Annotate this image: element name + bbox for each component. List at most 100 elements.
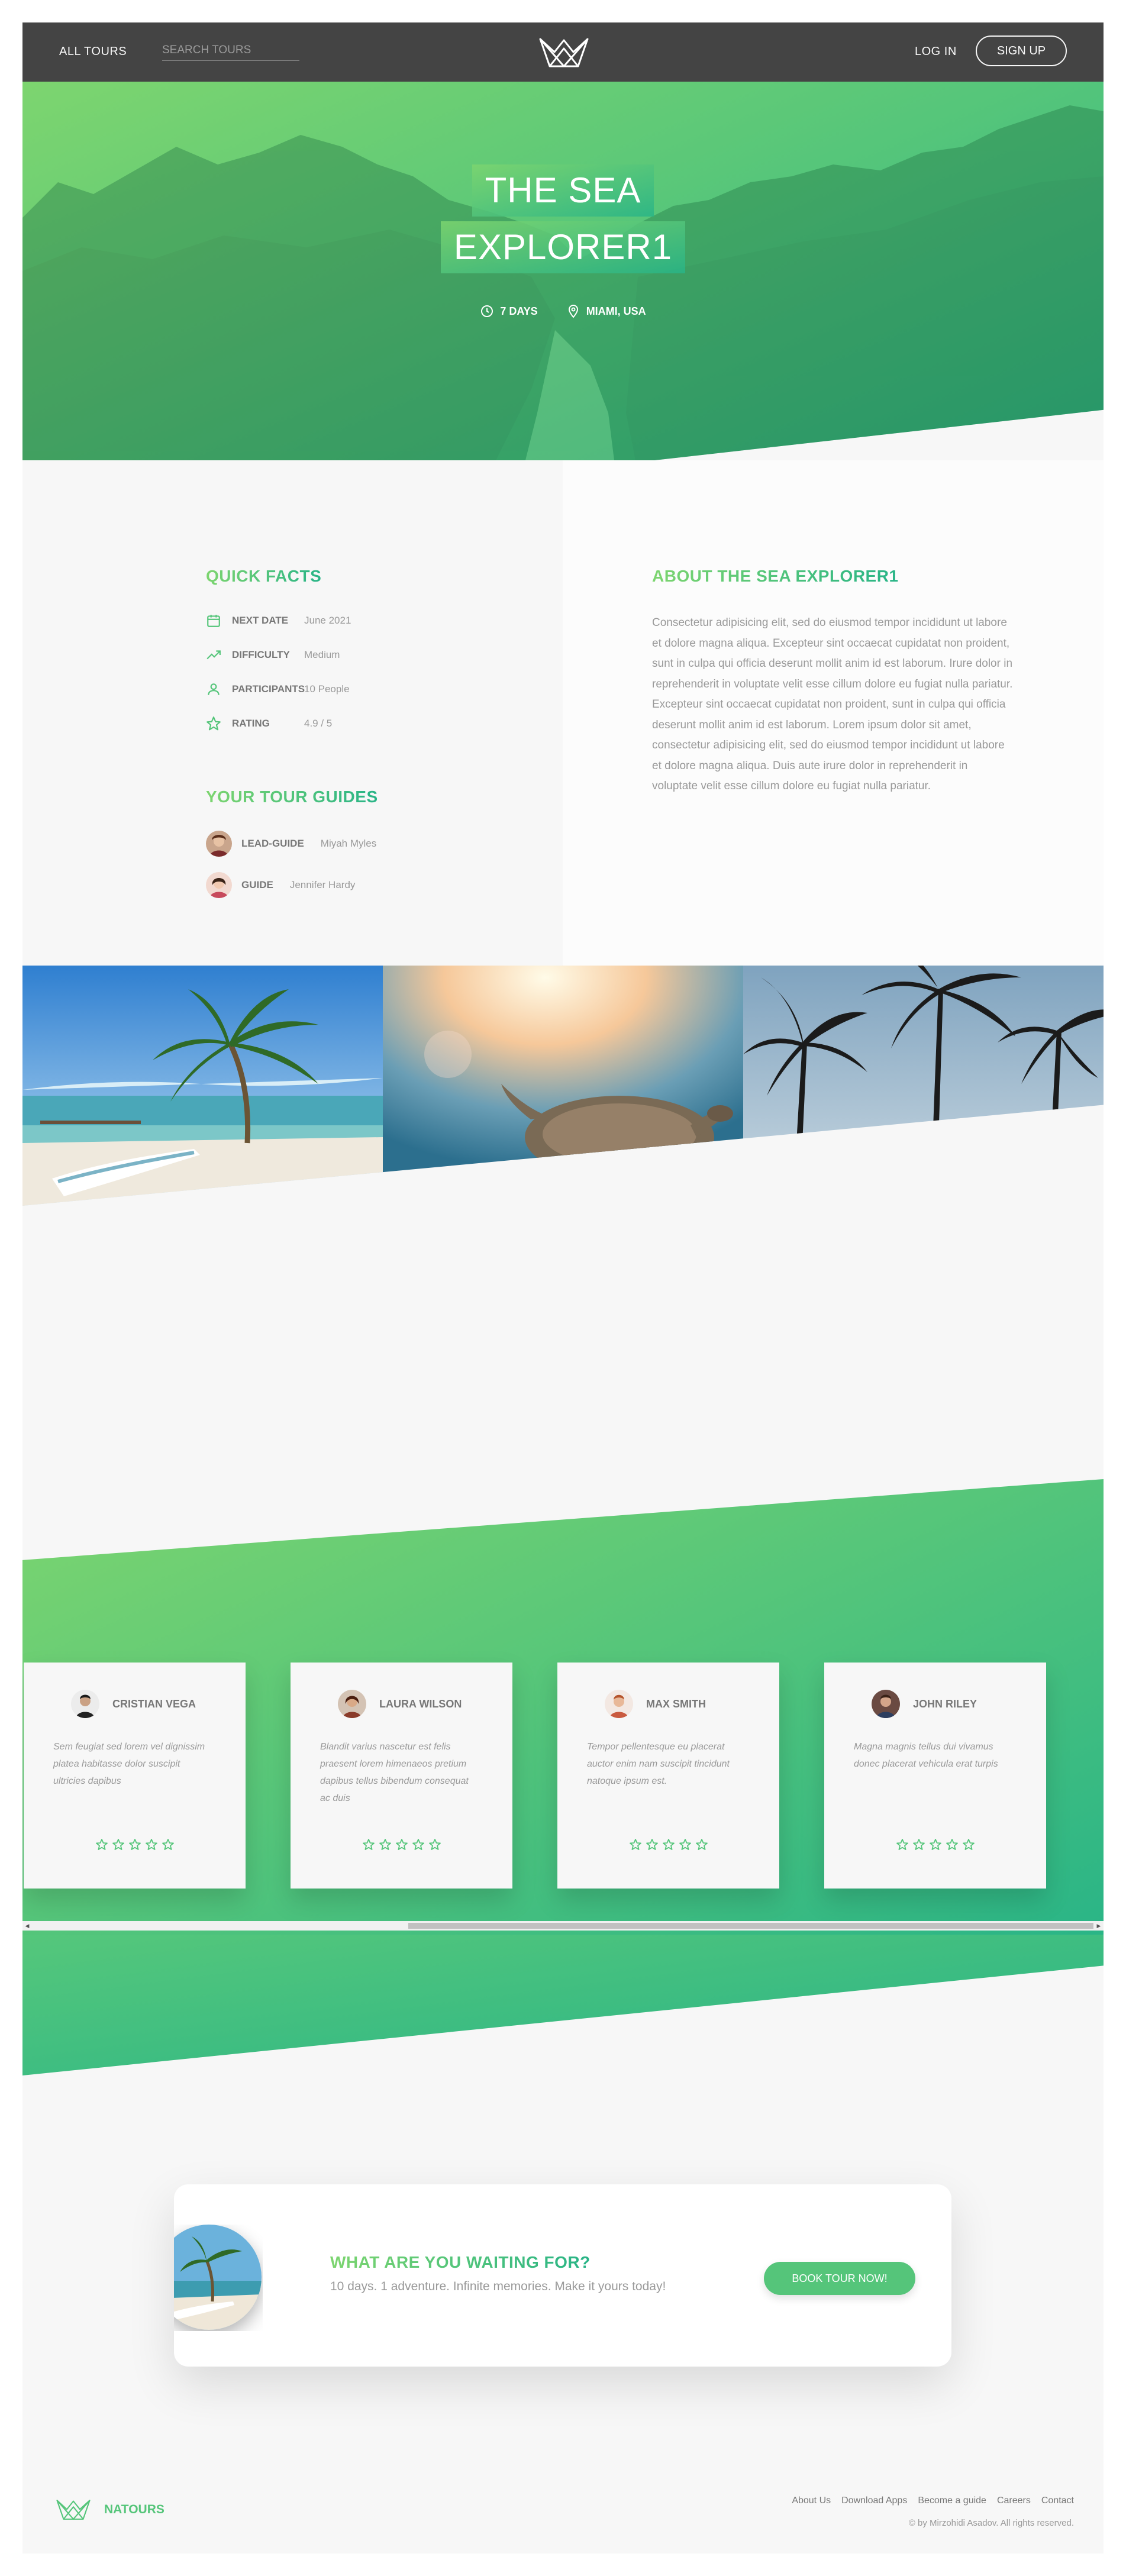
scrollbar-thumb[interactable] [408,1923,1093,1929]
review-rating [291,1838,512,1852]
footer-link-become-guide[interactable]: Become a guide [918,2496,986,2506]
about-heading: About the sea explorer1 [652,567,899,585]
star-icon [629,1839,641,1850]
review-card: Max Smith Tempor pellentesque eu placera… [557,1663,779,1889]
star-icon [112,1839,124,1850]
search-input[interactable] [162,40,299,61]
search-form [162,40,299,64]
user-icon [208,683,220,695]
logo-icon[interactable] [538,35,590,70]
review-text: Magna magnis tellus dui vivamus donec pl… [854,1742,998,1769]
reviews-bottom-band [22,1935,1104,2075]
review-name: Max Smith [646,1697,706,1710]
star-icon [695,1839,708,1850]
star-icon [428,1839,441,1850]
tour-picture-beach [22,966,383,1206]
star-icon [379,1839,391,1850]
footer-link-contact[interactable]: Contact [1041,2496,1074,2506]
review-user: Cristian Vega [71,1690,196,1718]
guide-name: Miyah Myles [320,838,377,849]
guide-lead: Lead-guide Miyah Myles [206,831,376,857]
star-icon [128,1839,141,1850]
book-tour-button[interactable]: Book tour now! [764,2262,915,2295]
star-icon [395,1839,408,1850]
quick-facts-heading: Quick facts [206,567,322,585]
star-icon [929,1839,941,1850]
review-text: Blandit varius nascetur est felis praese… [320,1742,469,1803]
star-icon [679,1839,691,1850]
fact-value: June 2021 [304,615,351,626]
avatar [872,1690,900,1718]
review-card: Laura Wilson Blandit varius nascetur est… [291,1663,512,1889]
star-icon [95,1839,108,1850]
star-icon [145,1839,157,1850]
star-icon [962,1839,975,1850]
guide-role: Lead-guide [241,838,304,849]
cta-text: 10 days. 1 adventure. Infinite memories.… [330,2280,666,2293]
all-tours-link[interactable]: All tours [59,45,127,59]
star-icon [412,1839,424,1850]
footer-nav: About Us Download Apps Become a guide Ca… [792,2496,1074,2506]
page: All tours Log in Sign up THE SEA EXPLORE… [22,22,1104,2554]
hero-title-line2: EXPLORER1 [440,221,686,273]
footer-link-careers[interactable]: Careers [997,2496,1031,2506]
hero-duration: 7 DAYS [480,304,538,318]
header: All tours Log in Sign up [22,22,1104,82]
footer-logo[interactable]: NATOURS [52,2498,164,2522]
review-text: Sem feugiat sed lorem vel dignissim plat… [53,1742,205,1786]
logo-icon [56,2500,91,2520]
calendar-icon [207,615,220,627]
trending-up-icon [207,650,221,660]
hero-location: MIAMI, USA [566,304,646,318]
signup-button[interactable]: Sign up [976,35,1067,66]
fact-participants: Participants 10 People [206,682,350,697]
review-user: Laura Wilson [338,1690,462,1718]
fact-value: 10 People [304,683,350,695]
footer-link-about[interactable]: About Us [792,2496,831,2506]
star-icon [162,1839,174,1850]
fact-difficulty: Difficulty Medium [206,647,340,663]
tour-picture-palms [743,966,1104,1206]
tour-picture-turtle [383,966,743,1206]
tour-pictures [22,966,1104,1206]
hero-details: 7 DAYS MIAMI, USA [22,304,1104,318]
tour-guides-heading: Your tour guides [206,787,378,806]
guide-name: Jennifer Hardy [289,879,356,890]
fact-label: Participants [232,683,305,695]
scroll-left-icon[interactable]: ◀ [24,1922,31,1929]
guide-role: Guide [241,879,273,890]
footer-brand: NATOURS [104,2503,164,2516]
star-icon [362,1839,375,1850]
about-text: Consectetur adipisicing elit, sed do eiu… [652,616,1013,792]
fact-label: Next date [232,615,289,626]
hero-location-text: MIAMI, USA [586,305,646,317]
star-icon [896,1839,908,1850]
star-icon [946,1839,958,1850]
avatar [605,1690,633,1718]
hero-title-line1: THE SEA [472,164,654,217]
fact-label: Rating [232,718,270,729]
review-name: Cristian Vega [112,1697,196,1710]
star-icon [662,1839,675,1850]
review-rating [824,1838,1046,1852]
avatar [338,1690,366,1718]
fact-value: Medium [304,649,340,660]
review-card: John Riley Magna magnis tellus dui vivam… [824,1663,1046,1889]
review-user: John Riley [872,1690,977,1718]
avatar [71,1690,99,1718]
login-link[interactable]: Log in [915,45,957,59]
review-card: Cristian Vega Sem feugiat sed lorem vel … [24,1663,246,1889]
fact-value: 4.9 / 5 [304,718,333,729]
clock-icon [481,305,493,317]
footer-link-download-apps[interactable]: Download Apps [841,2496,907,2506]
review-user: Max Smith [605,1690,706,1718]
star-icon [207,716,221,731]
map-pin-icon [568,305,578,318]
scroll-right-icon[interactable]: ▶ [1095,1922,1102,1929]
hero-title: THE SEA EXPLORER1 [22,164,1104,278]
review-rating [557,1838,779,1852]
cta-heading: What are you waiting for? [330,2253,591,2271]
review-name: Laura Wilson [379,1697,462,1710]
review-name: John Riley [913,1697,977,1710]
star-icon [646,1839,658,1850]
